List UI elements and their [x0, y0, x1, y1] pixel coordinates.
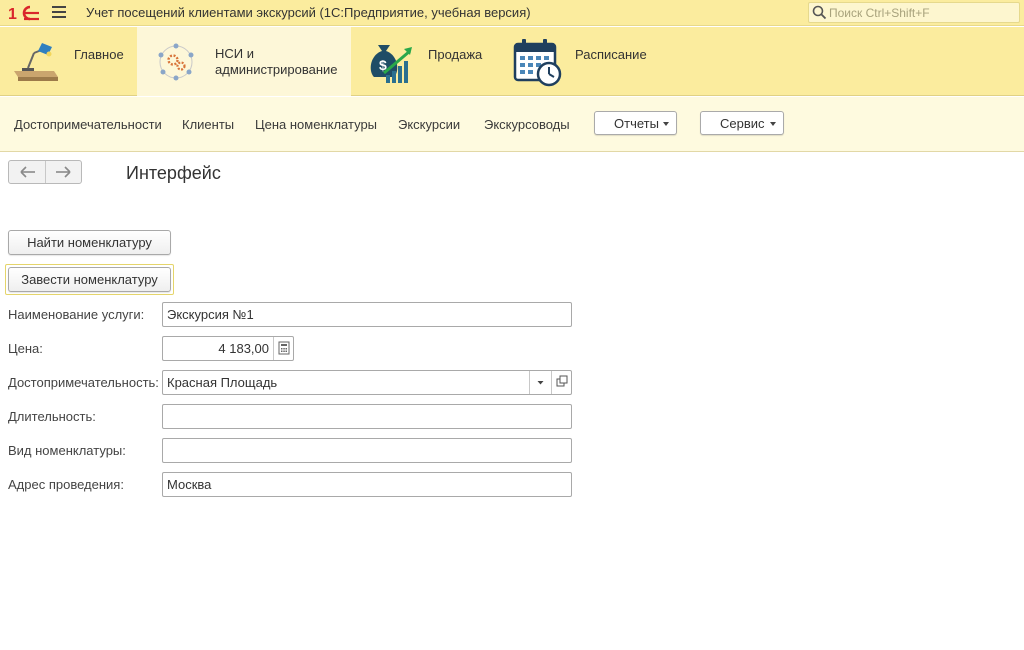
service-dropdown-button[interactable]: Сервис	[700, 111, 784, 135]
1c-logo-icon: 1	[8, 5, 39, 22]
back-button[interactable]	[9, 161, 45, 183]
section-nsi-admin[interactable]: НСИ и администрирование	[137, 27, 351, 96]
reports-dropdown-button[interactable]: Отчеты	[594, 111, 677, 135]
forward-button[interactable]	[46, 161, 82, 183]
function-bar: Достопримечательности Клиенты Цена номен…	[0, 97, 1024, 152]
history-nav	[8, 160, 82, 184]
chevron-down-icon	[770, 122, 776, 126]
nomenclature-kind-label: Вид номенклатуры:	[8, 443, 126, 458]
create-nomenclature-button[interactable]: Завести номенклатуру	[8, 267, 171, 292]
app-title: Учет посещений клиентами экскурсий (1С:П…	[86, 5, 531, 20]
service-name-label: Наименование услуги:	[8, 307, 145, 322]
service-name-input[interactable]	[163, 303, 571, 326]
attraction-input[interactable]	[163, 371, 529, 394]
section-nsi-label-line2: администрирование	[215, 62, 338, 77]
nomenclature-kind-field[interactable]	[162, 438, 572, 463]
search-icon	[812, 5, 827, 20]
arrow-left-icon	[20, 166, 35, 178]
nav-link-nomenclature-price[interactable]: Цена номенклатуры	[255, 117, 377, 132]
section-main[interactable]: Главное	[0, 27, 136, 96]
address-label: Адрес проведения:	[8, 477, 124, 492]
money-bag-growth-icon: $	[370, 45, 412, 83]
section-schedule-label: Расписание	[575, 47, 647, 62]
section-sales[interactable]: $ Продажа	[352, 27, 492, 96]
service-name-field[interactable]	[162, 302, 572, 327]
svg-text:1: 1	[8, 6, 17, 22]
duration-field[interactable]	[162, 404, 572, 429]
reports-dropdown-label: Отчеты	[614, 116, 659, 131]
chevron-down-icon	[663, 122, 669, 126]
section-main-label: Главное	[74, 47, 124, 62]
nav-link-attractions[interactable]: Достопримечательности	[14, 117, 162, 132]
duration-input[interactable]	[163, 405, 571, 428]
nav-link-excursions[interactable]: Экскурсии	[398, 117, 460, 132]
address-field[interactable]	[162, 472, 572, 497]
section-nsi-label: НСИ и администрирование	[215, 46, 338, 78]
nomenclature-kind-input[interactable]	[163, 439, 571, 462]
section-schedule[interactable]: Расписание	[493, 27, 663, 96]
address-input[interactable]	[163, 473, 571, 496]
calendar-clock-icon	[513, 39, 562, 87]
calculator-icon	[278, 341, 290, 355]
nav-link-clients[interactable]: Клиенты	[182, 117, 234, 132]
title-bar: 1 Учет посещений клиентами экскурсий (1С…	[0, 0, 1024, 26]
chevron-down-icon	[537, 381, 544, 385]
main-menu-icon[interactable]	[52, 6, 66, 18]
attraction-dropdown-button[interactable]	[529, 371, 550, 394]
duration-label: Длительность:	[8, 409, 96, 424]
find-nomenclature-button[interactable]: Найти номенклатуру	[8, 230, 171, 255]
calculator-button[interactable]	[273, 337, 293, 360]
attraction-label: Достопримечательность:	[8, 375, 159, 390]
section-nsi-label-line1: НСИ и	[215, 46, 254, 61]
attraction-open-button[interactable]	[551, 371, 571, 394]
nav-link-guides[interactable]: Экскурсоводы	[484, 117, 570, 132]
section-sales-label: Продажа	[428, 47, 483, 62]
attraction-field[interactable]	[162, 370, 572, 395]
search-input[interactable]	[829, 4, 1015, 21]
arrow-right-icon	[56, 166, 71, 178]
price-label: Цена:	[8, 341, 43, 356]
price-field[interactable]	[162, 336, 294, 361]
desk-lamp-icon	[14, 43, 58, 81]
global-search[interactable]	[808, 2, 1020, 23]
form-title: Интерфейс	[126, 163, 221, 183]
gears-network-icon	[158, 43, 194, 81]
price-input[interactable]	[163, 337, 273, 360]
service-dropdown-label: Сервис	[720, 116, 765, 131]
open-form-icon	[556, 375, 568, 387]
sections-panel: Главное НСИ и администрирование $ Продаж…	[0, 27, 1024, 96]
